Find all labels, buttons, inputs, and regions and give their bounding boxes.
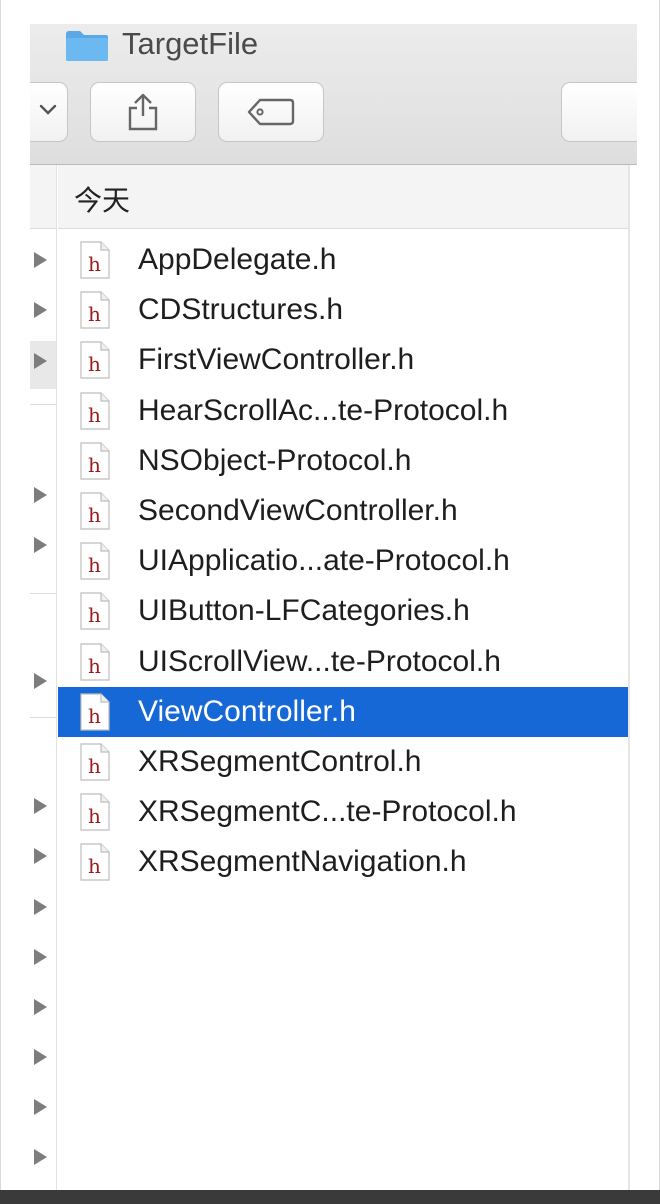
- disclosure-arrow-icon[interactable]: [34, 949, 47, 965]
- chevron-down-icon: [39, 104, 57, 115]
- svg-text:h: h: [88, 403, 101, 427]
- header-file-icon: h: [80, 542, 110, 580]
- header-file-icon: h: [80, 793, 110, 831]
- file-name: XRSegmentControl.h: [138, 744, 422, 778]
- file-list: h AppDelegate.h h CDStructures.h h First…: [58, 235, 628, 887]
- column-header-label: 今天: [74, 185, 131, 216]
- header-file-icon: h: [80, 241, 110, 279]
- share-icon: [128, 93, 158, 131]
- file-row[interactable]: h UIButton-LFCategories.h: [58, 586, 628, 636]
- svg-text:h: h: [88, 854, 101, 878]
- disclosure-arrow-icon[interactable]: [34, 673, 47, 689]
- svg-text:h: h: [88, 754, 101, 778]
- file-row[interactable]: h NSObject-Protocol.h: [58, 436, 628, 486]
- column-resize-divider[interactable]: [628, 165, 630, 1190]
- column-header: 今天: [58, 165, 630, 229]
- file-name: HearScrollAc...te-Protocol.h: [138, 393, 509, 427]
- header-file-icon: h: [80, 592, 110, 630]
- file-row[interactable]: h AppDelegate.h: [58, 235, 628, 285]
- file-name: FirstViewController.h: [138, 343, 415, 377]
- file-name: CDStructures.h: [138, 293, 344, 327]
- svg-text:h: h: [88, 804, 101, 828]
- svg-text:h: h: [88, 704, 101, 728]
- file-row[interactable]: h XRSegmentC...te-Protocol.h: [58, 787, 628, 837]
- header-file-icon: h: [80, 843, 110, 881]
- file-name: SecondViewController.h: [138, 493, 458, 527]
- file-row[interactable]: h ViewController.h: [58, 686, 628, 737]
- file-row[interactable]: h XRSegmentControl.h: [58, 737, 628, 787]
- file-name: UIApplicatio...ate-Protocol.h: [138, 544, 510, 578]
- divider: [30, 404, 56, 405]
- file-row[interactable]: h XRSegmentNavigation.h: [58, 837, 628, 887]
- parent-column-header: [30, 165, 56, 229]
- svg-text:h: h: [88, 252, 101, 276]
- header-file-icon: h: [80, 642, 110, 681]
- disclosure-arrow-icon[interactable]: [34, 798, 47, 814]
- disclosure-arrow-icon[interactable]: [34, 999, 47, 1015]
- svg-text:h: h: [88, 603, 101, 627]
- svg-text:h: h: [88, 302, 101, 326]
- finder-window: TargetFile 今天 h AppDelegate.h h CDStruct…: [30, 24, 637, 1190]
- view-options-button[interactable]: [30, 82, 68, 142]
- disclosure-arrow-icon[interactable]: [34, 252, 47, 268]
- file-row[interactable]: h UIApplicatio...ate-Protocol.h: [58, 536, 628, 586]
- share-button[interactable]: [90, 82, 196, 142]
- svg-text:h: h: [88, 352, 101, 376]
- disclosure-arrow-icon[interactable]: [34, 302, 47, 318]
- file-name: AppDelegate.h: [138, 243, 337, 276]
- title-bar: TargetFile: [30, 24, 637, 165]
- window-title: TargetFile: [122, 26, 259, 61]
- parent-column: [30, 165, 57, 1190]
- tag-button[interactable]: [218, 82, 324, 142]
- header-file-icon: h: [80, 341, 110, 379]
- file-name: XRSegmentNavigation.h: [138, 845, 467, 879]
- disclosure-arrow-icon[interactable]: [34, 899, 47, 915]
- divider: [30, 717, 56, 718]
- svg-text:h: h: [88, 503, 101, 527]
- bottom-edge: [0, 1190, 660, 1204]
- svg-text:h: h: [88, 654, 101, 678]
- file-name: UIButton-LFCategories.h: [138, 594, 470, 628]
- header-file-icon: h: [80, 693, 110, 731]
- header-file-icon: h: [80, 492, 110, 530]
- disclosure-arrow-icon[interactable]: [34, 487, 47, 503]
- file-row[interactable]: h HearScrollAc...te-Protocol.h: [58, 386, 628, 436]
- folder-icon: [66, 31, 108, 61]
- file-row[interactable]: h CDStructures.h: [58, 285, 628, 335]
- tag-icon: [247, 98, 295, 126]
- disclosure-arrow-icon[interactable]: [34, 353, 47, 369]
- divider: [30, 593, 56, 594]
- search-button[interactable]: [561, 82, 637, 142]
- file-name: UIScrollView...te-Protocol.h: [138, 644, 501, 678]
- svg-text:h: h: [88, 453, 101, 477]
- header-file-icon: h: [80, 442, 110, 480]
- header-file-icon: h: [80, 743, 110, 781]
- disclosure-arrow-icon[interactable]: [34, 537, 47, 553]
- disclosure-arrow-icon[interactable]: [34, 1099, 47, 1115]
- disclosure-arrow-icon[interactable]: [34, 848, 47, 864]
- file-row[interactable]: h SecondViewController.h: [58, 486, 628, 536]
- file-row[interactable]: h FirstViewController.h: [58, 335, 628, 385]
- file-row[interactable]: h UIScrollView...te-Protocol.h: [58, 637, 628, 687]
- file-name: XRSegmentC...te-Protocol.h: [138, 795, 517, 829]
- header-file-icon: h: [80, 391, 110, 430]
- svg-text:h: h: [88, 553, 101, 577]
- disclosure-arrow-icon[interactable]: [34, 1149, 47, 1165]
- disclosure-arrow-icon[interactable]: [34, 1049, 47, 1065]
- header-file-icon: h: [80, 291, 110, 329]
- file-name: NSObject-Protocol.h: [138, 443, 412, 477]
- file-name: ViewController.h: [138, 694, 356, 728]
